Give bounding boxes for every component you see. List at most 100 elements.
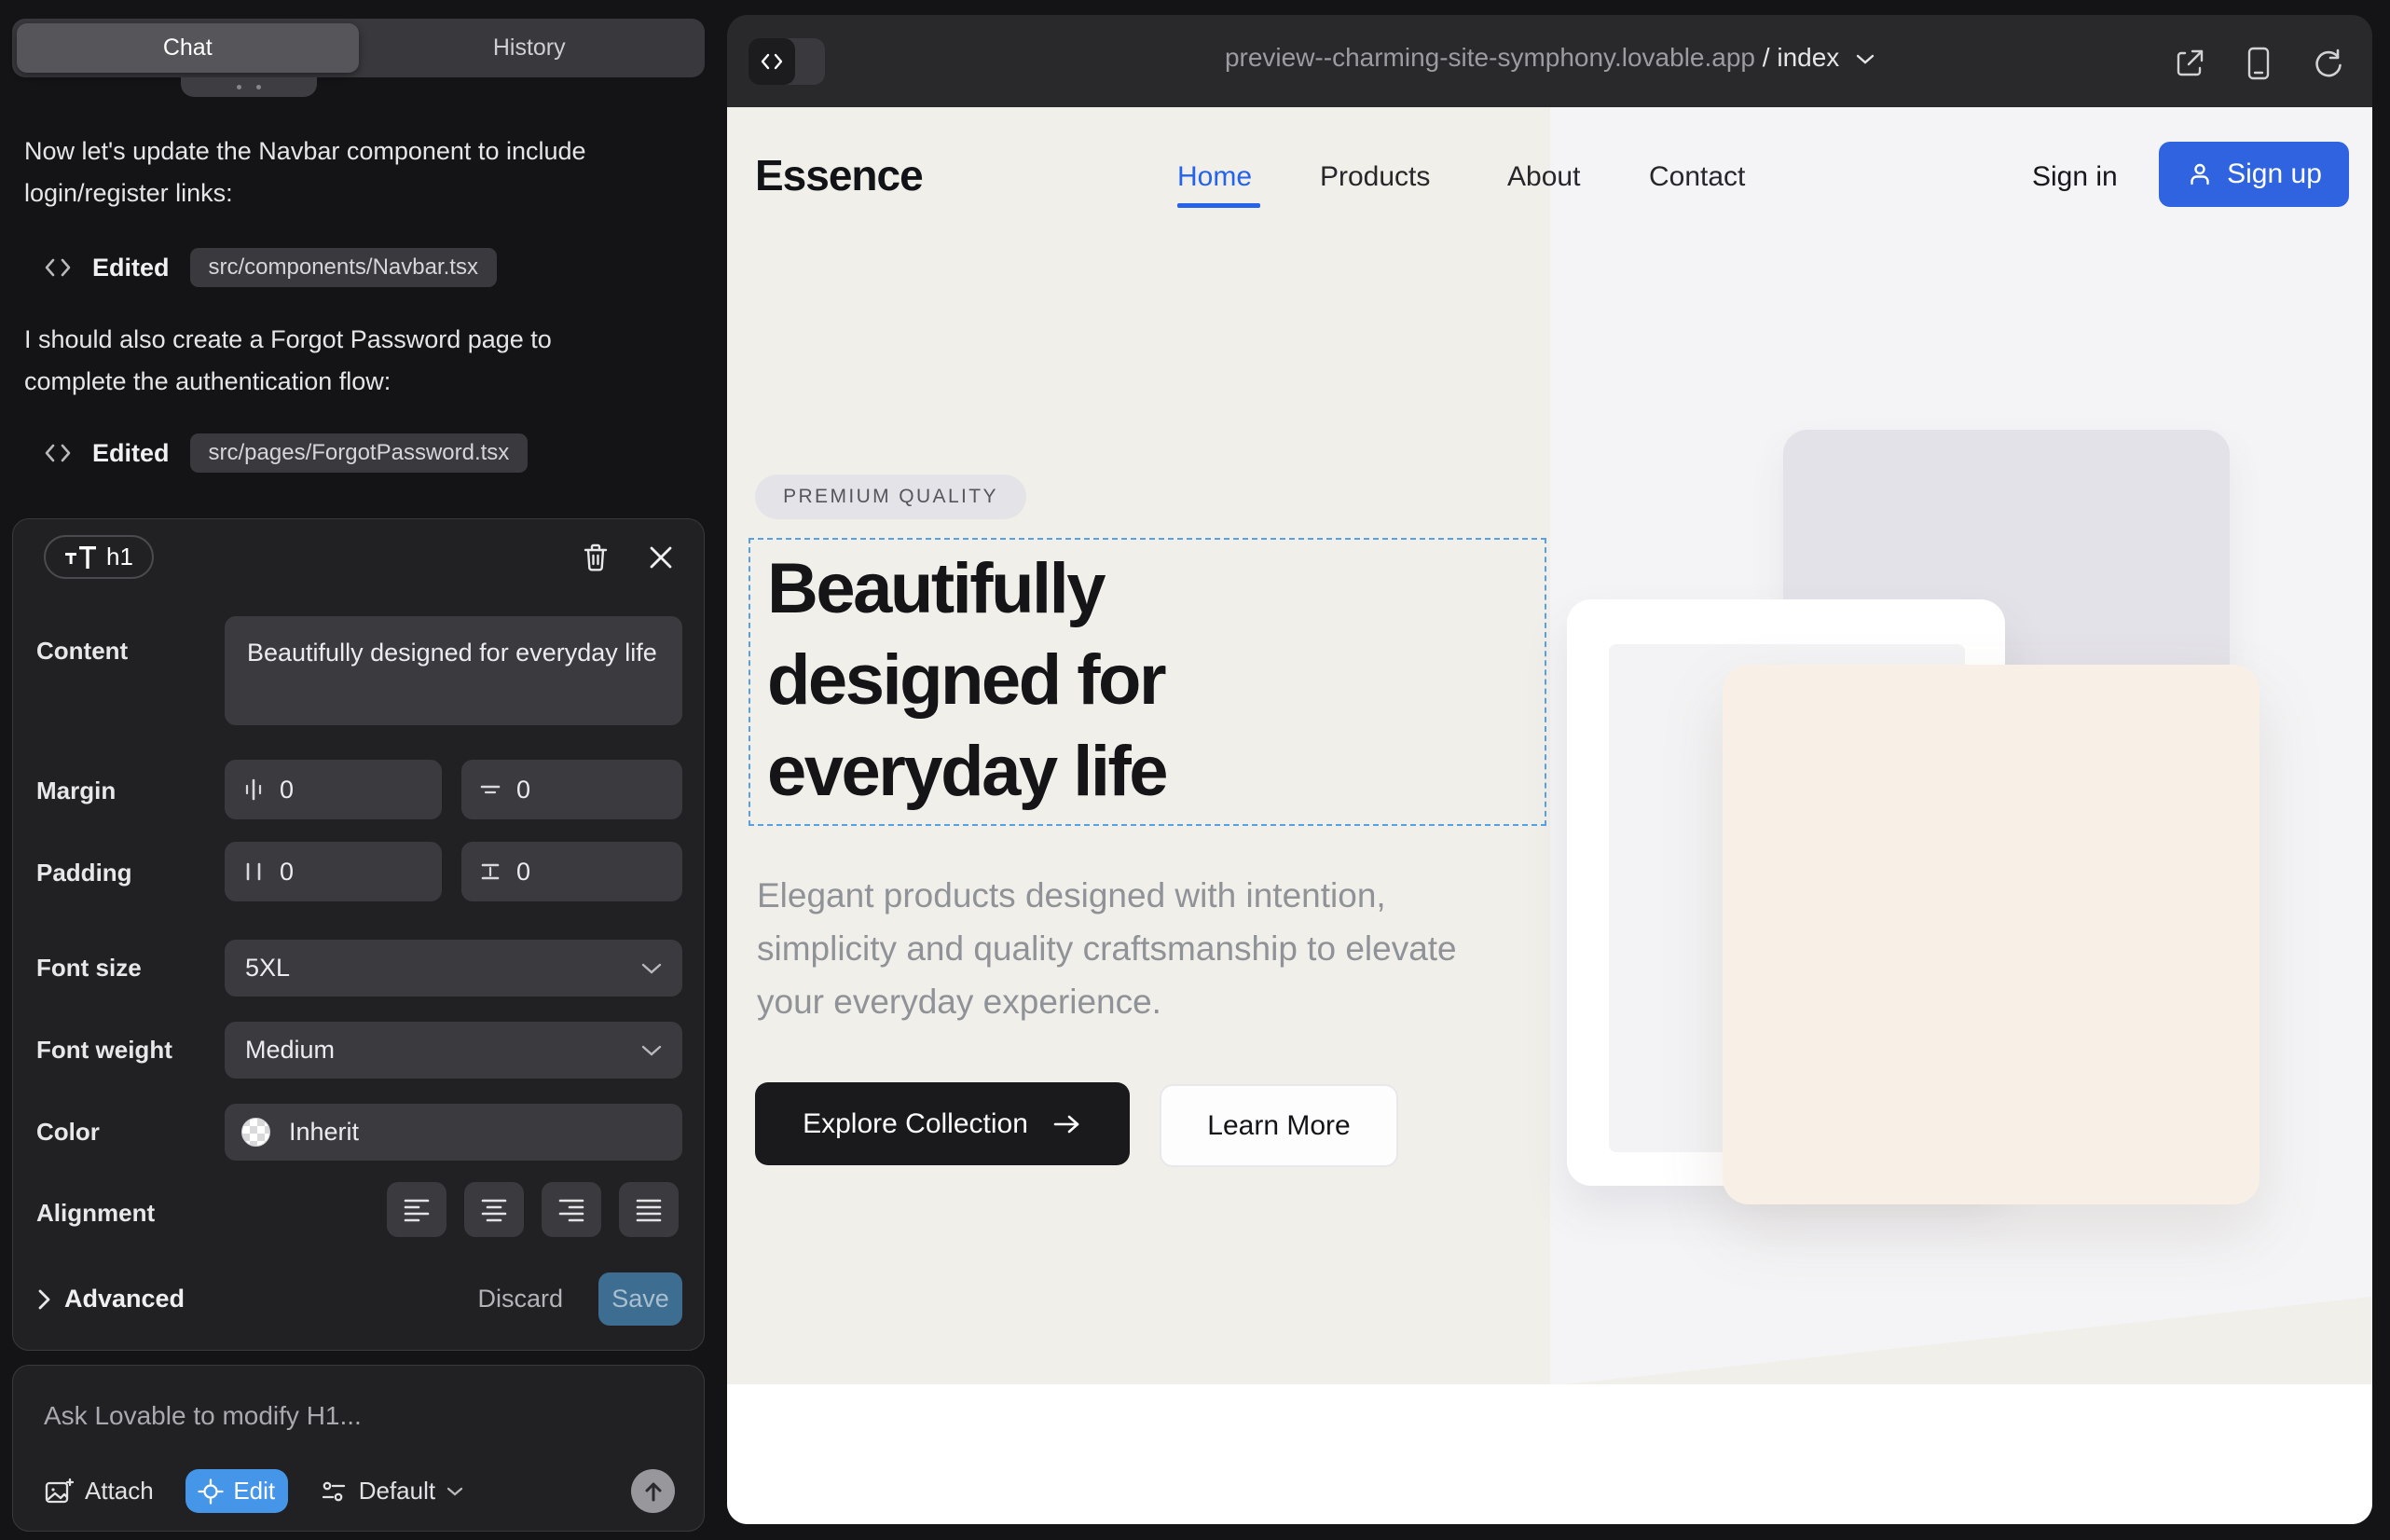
model-default-button[interactable]: Default xyxy=(320,1477,463,1506)
code-icon xyxy=(44,255,72,280)
padding-horizontal-icon xyxy=(241,859,266,884)
nav-link-contact[interactable]: Contact xyxy=(1649,161,1745,193)
hero-headline[interactable]: Beautifully designed for everyday life xyxy=(767,543,1410,818)
align-left-button[interactable] xyxy=(387,1182,446,1237)
url-host: preview--charming-site-symphony.lovable.… xyxy=(1225,43,1755,72)
padding-x-input[interactable]: 0 xyxy=(225,842,442,901)
website-preview: Essence Home Products About Contact Sign… xyxy=(727,107,2372,1524)
nav-link-products[interactable]: Products xyxy=(1320,161,1430,193)
margin-x-value: 0 xyxy=(280,776,294,804)
app-window: Chat History Now let's update the Navbar… xyxy=(0,0,2390,1540)
panel-footer: Advanced Discard Save xyxy=(36,1272,682,1326)
chevron-down-icon xyxy=(446,1486,463,1497)
color-select[interactable]: Inherit xyxy=(225,1104,682,1161)
url-separator: / xyxy=(1755,43,1777,72)
file-badge[interactable]: src/pages/ForgotPassword.tsx xyxy=(190,433,529,473)
padding-y-value: 0 xyxy=(516,858,530,887)
selected-element-pill[interactable]: h1 xyxy=(44,535,154,579)
learn-more-button[interactable]: Learn More xyxy=(1160,1084,1398,1167)
user-icon xyxy=(2186,160,2214,188)
align-center-button[interactable] xyxy=(464,1182,524,1237)
font-size-select[interactable]: 5XL xyxy=(225,940,682,997)
chat-message: Now let's update the Navbar component to… xyxy=(24,131,611,214)
decorative-card-beige xyxy=(1723,665,2260,1204)
target-icon xyxy=(198,1478,224,1505)
color-value: Inherit xyxy=(289,1118,359,1147)
edit-mode-button[interactable]: Edit xyxy=(185,1469,288,1513)
font-weight-select[interactable]: Medium xyxy=(225,1022,682,1079)
sign-in-link[interactable]: Sign in xyxy=(2032,161,2118,193)
padding-vertical-icon xyxy=(478,859,502,884)
preview-toolbar: preview--charming-site-symphony.lovable.… xyxy=(727,15,2372,107)
code-icon xyxy=(44,441,72,465)
padding-label: Padding xyxy=(36,859,132,887)
color-swatch xyxy=(241,1118,270,1147)
explore-collection-label: Explore Collection xyxy=(803,1108,1028,1140)
margin-horizontal-icon xyxy=(241,777,266,802)
element-tag-label: h1 xyxy=(106,543,133,571)
nav-link-home[interactable]: Home xyxy=(1177,161,1252,193)
typography-icon xyxy=(64,544,98,571)
font-size-value: 5XL xyxy=(245,954,290,983)
content-label: Content xyxy=(36,637,128,666)
composer-input[interactable]: Ask Lovable to modify H1... xyxy=(44,1401,362,1431)
chat-composer: Ask Lovable to modify H1... Attach xyxy=(12,1365,705,1532)
premium-quality-badge: PREMIUM QUALITY xyxy=(755,474,1026,519)
margin-vertical-icon xyxy=(478,777,502,802)
align-right-button[interactable] xyxy=(542,1182,601,1237)
mobile-view-button[interactable] xyxy=(2242,47,2275,80)
color-label: Color xyxy=(36,1118,100,1147)
chat-history-tabbar: Chat History xyxy=(12,19,705,77)
selected-element-outline[interactable]: Beautifully designed for everyday life xyxy=(749,538,1546,826)
default-label: Default xyxy=(359,1477,435,1506)
edited-label: Edited xyxy=(92,254,170,282)
hero-description: Elegant products designed with intention… xyxy=(757,869,1503,1028)
margin-label: Margin xyxy=(36,777,116,805)
chevron-right-icon xyxy=(36,1288,51,1311)
chevron-down-icon xyxy=(641,962,662,975)
preview-browser-frame: preview--charming-site-symphony.lovable.… xyxy=(727,15,2372,1524)
delete-element-button[interactable] xyxy=(576,538,615,577)
element-editor-panel: h1 Content Beautifully designed for ever… xyxy=(12,518,705,1351)
sign-up-button[interactable]: Sign up xyxy=(2159,142,2349,207)
attach-label: Attach xyxy=(85,1477,154,1506)
chevron-down-icon xyxy=(1856,53,1875,65)
refresh-button[interactable] xyxy=(2311,47,2344,80)
scrolled-chat-item-fragment xyxy=(181,77,317,97)
chevron-down-icon xyxy=(641,1044,662,1057)
tab-chat[interactable]: Chat xyxy=(17,23,359,73)
advanced-toggle[interactable]: Advanced xyxy=(64,1285,185,1313)
send-button[interactable] xyxy=(631,1469,675,1513)
padding-y-input[interactable]: 0 xyxy=(461,842,682,901)
close-panel-button[interactable] xyxy=(641,538,680,577)
open-external-button[interactable] xyxy=(2173,47,2206,80)
margin-y-value: 0 xyxy=(516,776,530,804)
margin-x-input[interactable]: 0 xyxy=(225,760,442,819)
discard-button[interactable]: Discard xyxy=(477,1285,563,1313)
tab-history[interactable]: History xyxy=(359,23,701,73)
edit-label: Edit xyxy=(233,1477,275,1506)
edited-label: Edited xyxy=(92,439,170,468)
align-justify-button[interactable] xyxy=(619,1182,679,1237)
attach-button[interactable]: Attach xyxy=(44,1477,154,1506)
sliders-icon xyxy=(320,1478,348,1506)
margin-y-input[interactable]: 0 xyxy=(461,760,682,819)
explore-collection-button[interactable]: Explore Collection xyxy=(755,1082,1130,1165)
site-logo[interactable]: Essence xyxy=(755,150,923,200)
attach-image-icon xyxy=(44,1477,74,1506)
composer-toolbar: Attach Edit xyxy=(44,1469,675,1513)
file-badge[interactable]: src/components/Navbar.tsx xyxy=(190,248,497,287)
content-input[interactable]: Beautifully designed for everyday life xyxy=(225,616,682,725)
nav-link-about[interactable]: About xyxy=(1507,161,1580,193)
font-weight-label: Font weight xyxy=(36,1036,172,1065)
url-bar[interactable]: preview--charming-site-symphony.lovable.… xyxy=(727,43,2372,73)
section-below-hero xyxy=(727,1384,2372,1524)
save-button[interactable]: Save xyxy=(598,1272,682,1326)
alignment-label: Alignment xyxy=(36,1199,155,1228)
active-nav-underline xyxy=(1177,203,1260,208)
font-size-label: Font size xyxy=(36,954,142,983)
url-page: index xyxy=(1777,43,1839,72)
arrow-right-icon xyxy=(1052,1113,1082,1135)
chat-message: I should also create a Forgot Password p… xyxy=(24,319,611,403)
edited-file-row: Edited src/pages/ForgotPassword.tsx xyxy=(44,433,528,474)
